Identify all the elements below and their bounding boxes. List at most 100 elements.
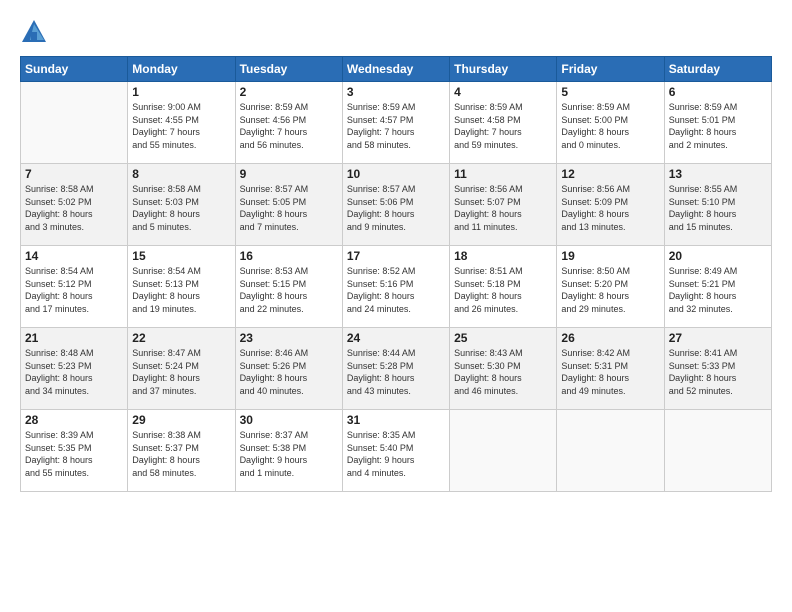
calendar-day-10: 10Sunrise: 8:57 AM Sunset: 5:06 PM Dayli… xyxy=(342,164,449,246)
day-number: 23 xyxy=(240,331,338,345)
calendar-header-thursday: Thursday xyxy=(450,57,557,82)
calendar-day-23: 23 Sunrise: 8:46 AM Sunset: 5:26 PM Dayli… xyxy=(235,328,342,410)
day-number: 8 xyxy=(132,167,230,181)
calendar-week-row: 14 Sunrise: 8:54 AM Sunset: 5:12 PM Dayli… xyxy=(21,246,772,328)
calendar-day-empty xyxy=(664,410,771,492)
calendar-day-7: 7 Sunrise: 8:58 AM Sunset: 5:02 PM Daylig… xyxy=(21,164,128,246)
calendar-day-28: 28 Sunrise: 8:39 AM Sunset: 5:35 PM Dayli… xyxy=(21,410,128,492)
day-number: 14 xyxy=(25,249,123,263)
day-info: Sunrise: 8:46 AM Sunset: 5:26 PM Dayligh… xyxy=(240,347,338,397)
day-number: 30 xyxy=(240,413,338,427)
calendar-day-5: 5Sunrise: 8:59 AM Sunset: 5:00 PM Daylig… xyxy=(557,82,664,164)
calendar-day-30: 30 Sunrise: 8:37 AM Sunset: 5:38 PM Dayli… xyxy=(235,410,342,492)
day-info: Sunrise: 8:35 AM Sunset: 5:40 PM Dayligh… xyxy=(347,429,445,479)
calendar-week-row: 21Sunrise: 8:48 AM Sunset: 5:23 PM Dayli… xyxy=(21,328,772,410)
calendar-day-empty xyxy=(557,410,664,492)
day-number: 5 xyxy=(561,85,659,99)
day-info: Sunrise: 8:38 AM Sunset: 5:37 PM Dayligh… xyxy=(132,429,230,479)
day-number: 11 xyxy=(454,167,552,181)
day-number: 31 xyxy=(347,413,445,427)
day-number: 18 xyxy=(454,249,552,263)
day-number: 20 xyxy=(669,249,767,263)
logo xyxy=(20,18,52,46)
calendar-header-row: SundayMondayTuesdayWednesdayThursdayFrid… xyxy=(21,57,772,82)
calendar-header-tuesday: Tuesday xyxy=(235,57,342,82)
calendar-day-8: 8 Sunrise: 8:58 AM Sunset: 5:03 PM Daylig… xyxy=(128,164,235,246)
calendar-day-20: 20 Sunrise: 8:49 AM Sunset: 5:21 PM Dayli… xyxy=(664,246,771,328)
day-info: Sunrise: 8:48 AM Sunset: 5:23 PM Dayligh… xyxy=(25,347,123,397)
calendar-week-row: 7 Sunrise: 8:58 AM Sunset: 5:02 PM Daylig… xyxy=(21,164,772,246)
day-number: 7 xyxy=(25,167,123,181)
calendar-day-18: 18 Sunrise: 8:51 AM Sunset: 5:18 PM Dayli… xyxy=(450,246,557,328)
calendar-day-14: 14 Sunrise: 8:54 AM Sunset: 5:12 PM Dayli… xyxy=(21,246,128,328)
day-info: Sunrise: 8:56 AM Sunset: 5:09 PM Dayligh… xyxy=(561,183,659,233)
day-number: 26 xyxy=(561,331,659,345)
header xyxy=(20,18,772,46)
calendar-header-friday: Friday xyxy=(557,57,664,82)
day-info: Sunrise: 8:58 AM Sunset: 5:03 PM Dayligh… xyxy=(132,183,230,233)
day-info: Sunrise: 8:42 AM Sunset: 5:31 PM Dayligh… xyxy=(561,347,659,397)
day-number: 25 xyxy=(454,331,552,345)
calendar-day-16: 16 Sunrise: 8:53 AM Sunset: 5:15 PM Dayli… xyxy=(235,246,342,328)
day-info: Sunrise: 8:37 AM Sunset: 5:38 PM Dayligh… xyxy=(240,429,338,479)
day-info: Sunrise: 8:49 AM Sunset: 5:21 PM Dayligh… xyxy=(669,265,767,315)
day-info: Sunrise: 8:41 AM Sunset: 5:33 PM Dayligh… xyxy=(669,347,767,397)
day-number: 6 xyxy=(669,85,767,99)
day-number: 17 xyxy=(347,249,445,263)
day-number: 15 xyxy=(132,249,230,263)
day-info: Sunrise: 8:59 AM Sunset: 4:57 PM Dayligh… xyxy=(347,101,445,151)
calendar-day-22: 22Sunrise: 8:47 AM Sunset: 5:24 PM Dayli… xyxy=(128,328,235,410)
day-info: Sunrise: 8:51 AM Sunset: 5:18 PM Dayligh… xyxy=(454,265,552,315)
calendar-week-row: 1Sunrise: 9:00 AM Sunset: 4:55 PM Daylig… xyxy=(21,82,772,164)
day-info: Sunrise: 8:54 AM Sunset: 5:12 PM Dayligh… xyxy=(25,265,123,315)
day-number: 27 xyxy=(669,331,767,345)
calendar-header-sunday: Sunday xyxy=(21,57,128,82)
logo-icon xyxy=(20,18,48,46)
day-number: 12 xyxy=(561,167,659,181)
calendar-day-12: 12 Sunrise: 8:56 AM Sunset: 5:09 PM Dayli… xyxy=(557,164,664,246)
calendar-day-6: 6Sunrise: 8:59 AM Sunset: 5:01 PM Daylig… xyxy=(664,82,771,164)
calendar: SundayMondayTuesdayWednesdayThursdayFrid… xyxy=(20,56,772,492)
day-number: 2 xyxy=(240,85,338,99)
calendar-week-row: 28 Sunrise: 8:39 AM Sunset: 5:35 PM Dayli… xyxy=(21,410,772,492)
day-info: Sunrise: 8:50 AM Sunset: 5:20 PM Dayligh… xyxy=(561,265,659,315)
calendar-header-monday: Monday xyxy=(128,57,235,82)
day-number: 13 xyxy=(669,167,767,181)
day-info: Sunrise: 8:59 AM Sunset: 4:56 PM Dayligh… xyxy=(240,101,338,151)
day-info: Sunrise: 8:39 AM Sunset: 5:35 PM Dayligh… xyxy=(25,429,123,479)
calendar-day-19: 19 Sunrise: 8:50 AM Sunset: 5:20 PM Dayli… xyxy=(557,246,664,328)
day-number: 19 xyxy=(561,249,659,263)
calendar-header-wednesday: Wednesday xyxy=(342,57,449,82)
calendar-day-empty xyxy=(450,410,557,492)
day-number: 16 xyxy=(240,249,338,263)
day-number: 1 xyxy=(132,85,230,99)
day-number: 28 xyxy=(25,413,123,427)
day-info: Sunrise: 8:59 AM Sunset: 4:58 PM Dayligh… xyxy=(454,101,552,151)
day-info: Sunrise: 8:58 AM Sunset: 5:02 PM Dayligh… xyxy=(25,183,123,233)
calendar-day-9: 9Sunrise: 8:57 AM Sunset: 5:05 PM Daylig… xyxy=(235,164,342,246)
calendar-header-saturday: Saturday xyxy=(664,57,771,82)
calendar-day-25: 25 Sunrise: 8:43 AM Sunset: 5:30 PM Dayli… xyxy=(450,328,557,410)
calendar-day-26: 26 Sunrise: 8:42 AM Sunset: 5:31 PM Dayli… xyxy=(557,328,664,410)
day-number: 22 xyxy=(132,331,230,345)
calendar-day-27: 27 Sunrise: 8:41 AM Sunset: 5:33 PM Dayli… xyxy=(664,328,771,410)
calendar-day-21: 21Sunrise: 8:48 AM Sunset: 5:23 PM Dayli… xyxy=(21,328,128,410)
day-info: Sunrise: 8:55 AM Sunset: 5:10 PM Dayligh… xyxy=(669,183,767,233)
day-info: Sunrise: 8:57 AM Sunset: 5:05 PM Dayligh… xyxy=(240,183,338,233)
calendar-day-2: 2 Sunrise: 8:59 AM Sunset: 4:56 PM Daylig… xyxy=(235,82,342,164)
day-info: Sunrise: 8:44 AM Sunset: 5:28 PM Dayligh… xyxy=(347,347,445,397)
day-number: 10 xyxy=(347,167,445,181)
page: SundayMondayTuesdayWednesdayThursdayFrid… xyxy=(0,0,792,612)
calendar-day-4: 4 Sunrise: 8:59 AM Sunset: 4:58 PM Daylig… xyxy=(450,82,557,164)
day-number: 4 xyxy=(454,85,552,99)
calendar-day-31: 31 Sunrise: 8:35 AM Sunset: 5:40 PM Dayli… xyxy=(342,410,449,492)
day-info: Sunrise: 8:43 AM Sunset: 5:30 PM Dayligh… xyxy=(454,347,552,397)
calendar-day-29: 29Sunrise: 8:38 AM Sunset: 5:37 PM Dayli… xyxy=(128,410,235,492)
calendar-day-1: 1Sunrise: 9:00 AM Sunset: 4:55 PM Daylig… xyxy=(128,82,235,164)
calendar-day-11: 11Sunrise: 8:56 AM Sunset: 5:07 PM Dayli… xyxy=(450,164,557,246)
calendar-day-3: 3 Sunrise: 8:59 AM Sunset: 4:57 PM Daylig… xyxy=(342,82,449,164)
day-number: 3 xyxy=(347,85,445,99)
day-info: Sunrise: 8:53 AM Sunset: 5:15 PM Dayligh… xyxy=(240,265,338,315)
day-info: Sunrise: 8:54 AM Sunset: 5:13 PM Dayligh… xyxy=(132,265,230,315)
calendar-day-24: 24Sunrise: 8:44 AM Sunset: 5:28 PM Dayli… xyxy=(342,328,449,410)
